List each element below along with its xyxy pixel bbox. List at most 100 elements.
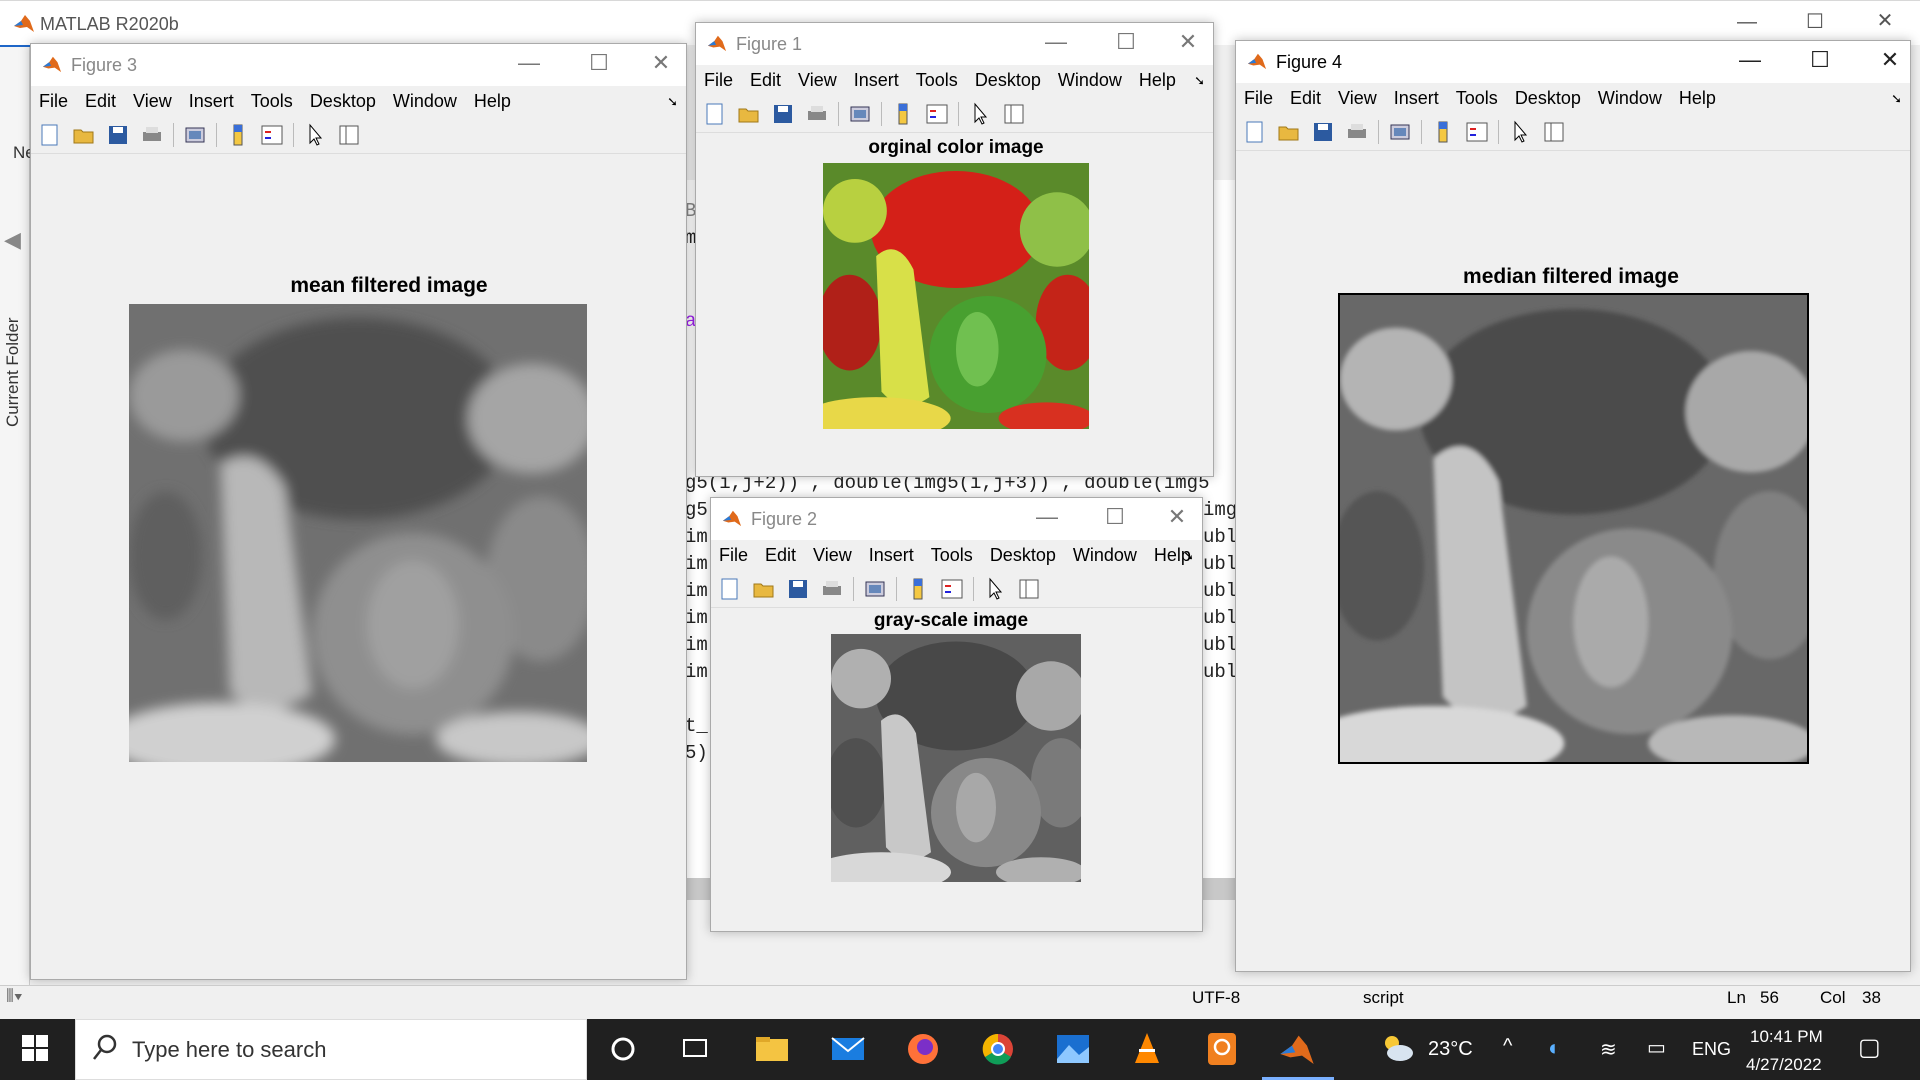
edit-plot-cursor-icon[interactable] bbox=[302, 122, 328, 148]
menu-window[interactable]: Window bbox=[1598, 88, 1662, 109]
current-folder-tab[interactable]: Current Folder bbox=[3, 317, 23, 427]
figure-1-window[interactable]: Figure 1 — ☐ ✕ File Edit View Insert Too… bbox=[695, 22, 1214, 477]
minimize-icon[interactable]: — bbox=[511, 50, 547, 76]
chrome-icon[interactable] bbox=[978, 1029, 1018, 1069]
property-inspector-icon[interactable] bbox=[1016, 576, 1042, 602]
menu-edit[interactable]: Edit bbox=[765, 545, 796, 566]
property-inspector-icon[interactable] bbox=[1001, 101, 1027, 127]
clock-date[interactable]: 4/27/2022 bbox=[1746, 1055, 1822, 1075]
legend-icon[interactable] bbox=[1464, 119, 1490, 145]
menu-edit[interactable]: Edit bbox=[85, 91, 116, 112]
cortana-icon[interactable] bbox=[603, 1029, 643, 1069]
close-icon[interactable]: ✕ bbox=[643, 50, 679, 76]
legend-icon[interactable] bbox=[939, 576, 965, 602]
print-icon[interactable] bbox=[1344, 119, 1370, 145]
close-icon[interactable]: ✕ bbox=[1159, 504, 1195, 530]
open-file-icon[interactable] bbox=[751, 576, 777, 602]
dock-icon[interactable]: ➘ bbox=[1183, 548, 1194, 564]
menu-view[interactable]: View bbox=[133, 91, 172, 112]
menu-desktop[interactable]: Desktop bbox=[975, 70, 1041, 91]
photos-icon[interactable] bbox=[1053, 1029, 1093, 1069]
new-figure-icon[interactable] bbox=[702, 101, 728, 127]
minimize-icon[interactable]: — bbox=[1038, 29, 1074, 55]
new-figure-icon[interactable] bbox=[37, 122, 63, 148]
new-figure-icon[interactable] bbox=[717, 576, 743, 602]
print-icon[interactable] bbox=[819, 576, 845, 602]
mail-icon[interactable] bbox=[828, 1029, 868, 1069]
back-arrow-icon[interactable]: ◀ bbox=[4, 227, 21, 253]
menu-file[interactable]: File bbox=[39, 91, 68, 112]
menu-tools[interactable]: Tools bbox=[1456, 88, 1498, 109]
menu-file[interactable]: File bbox=[1244, 88, 1273, 109]
legend-icon[interactable] bbox=[259, 122, 285, 148]
link-plot-icon[interactable] bbox=[182, 122, 208, 148]
menu-view[interactable]: View bbox=[1338, 88, 1377, 109]
menu-insert[interactable]: Insert bbox=[189, 91, 234, 112]
menu-window[interactable]: Window bbox=[393, 91, 457, 112]
colorbar-icon[interactable] bbox=[905, 576, 931, 602]
print-icon[interactable] bbox=[139, 122, 165, 148]
minimize-icon[interactable]: — bbox=[1029, 504, 1065, 530]
maximize-icon[interactable]: ☐ bbox=[1097, 504, 1133, 530]
save-icon[interactable] bbox=[1310, 119, 1336, 145]
battery-icon[interactable]: ▭ bbox=[1647, 1035, 1666, 1060]
colorbar-icon[interactable] bbox=[890, 101, 916, 127]
colorbar-icon[interactable] bbox=[1430, 119, 1456, 145]
task-view-icon[interactable] bbox=[675, 1029, 715, 1069]
minimize-icon[interactable]: — bbox=[1732, 47, 1768, 73]
wifi-icon[interactable]: ≋ bbox=[1600, 1037, 1617, 1062]
menu-edit[interactable]: Edit bbox=[750, 70, 781, 91]
close-icon[interactable]: ✕ bbox=[1865, 8, 1905, 33]
weather-icon[interactable] bbox=[1378, 1031, 1418, 1071]
edit-plot-cursor-icon[interactable] bbox=[967, 101, 993, 127]
maximize-icon[interactable]: ☐ bbox=[581, 50, 617, 76]
maximize-icon[interactable]: ☐ bbox=[1795, 9, 1835, 34]
open-file-icon[interactable] bbox=[1276, 119, 1302, 145]
link-plot-icon[interactable] bbox=[862, 576, 888, 602]
menu-edit[interactable]: Edit bbox=[1290, 88, 1321, 109]
menu-tools[interactable]: Tools bbox=[931, 545, 973, 566]
menu-help[interactable]: Help bbox=[1139, 70, 1176, 91]
dock-icon[interactable]: ➘ bbox=[1891, 91, 1902, 107]
menu-file[interactable]: File bbox=[719, 545, 748, 566]
edit-plot-cursor-icon[interactable] bbox=[982, 576, 1008, 602]
figure-3-window[interactable]: Figure 3 — ☐ ✕ File Edit View Insert Too… bbox=[30, 43, 687, 980]
save-icon[interactable] bbox=[105, 122, 131, 148]
menu-tools[interactable]: Tools bbox=[251, 91, 293, 112]
figure-2-window[interactable]: Figure 2 — ☐ ✕ File Edit View Insert Too… bbox=[710, 497, 1203, 932]
menu-insert[interactable]: Insert bbox=[869, 545, 914, 566]
minimize-icon[interactable]: — bbox=[1727, 11, 1767, 34]
menu-tools[interactable]: Tools bbox=[916, 70, 958, 91]
property-inspector-icon[interactable] bbox=[1541, 119, 1567, 145]
maximize-icon[interactable]: ☐ bbox=[1108, 29, 1144, 55]
menu-insert[interactable]: Insert bbox=[1394, 88, 1439, 109]
save-icon[interactable] bbox=[770, 101, 796, 127]
edit-plot-cursor-icon[interactable] bbox=[1507, 119, 1533, 145]
menu-help[interactable]: Help bbox=[474, 91, 511, 112]
save-icon[interactable] bbox=[785, 576, 811, 602]
menu-help[interactable]: Help bbox=[1679, 88, 1716, 109]
menu-desktop[interactable]: Desktop bbox=[990, 545, 1056, 566]
print-icon[interactable] bbox=[804, 101, 830, 127]
link-plot-icon[interactable] bbox=[847, 101, 873, 127]
menu-view[interactable]: View bbox=[798, 70, 837, 91]
close-icon[interactable]: ✕ bbox=[1872, 47, 1908, 73]
menu-insert[interactable]: Insert bbox=[854, 70, 899, 91]
menu-view[interactable]: View bbox=[813, 545, 852, 566]
maximize-icon[interactable]: ☐ bbox=[1802, 47, 1838, 73]
language-indicator[interactable]: ENG bbox=[1692, 1039, 1731, 1060]
pdf-app-icon[interactable] bbox=[1202, 1029, 1242, 1069]
legend-icon[interactable] bbox=[924, 101, 950, 127]
file-explorer-icon[interactable] bbox=[752, 1029, 792, 1069]
notification-icon[interactable]: ▢ bbox=[1858, 1033, 1881, 1062]
figure-4-window[interactable]: Figure 4 — ☐ ✕ File Edit View Insert Too… bbox=[1235, 40, 1911, 972]
open-file-icon[interactable] bbox=[71, 122, 97, 148]
close-icon[interactable]: ✕ bbox=[1170, 29, 1206, 55]
new-figure-icon[interactable] bbox=[1242, 119, 1268, 145]
menu-window[interactable]: Window bbox=[1058, 70, 1122, 91]
chevron-up-icon[interactable]: ^ bbox=[1503, 1035, 1512, 1058]
dock-icon[interactable]: ➘ bbox=[667, 94, 678, 110]
vlc-icon[interactable] bbox=[1127, 1029, 1167, 1069]
windows-start-icon[interactable] bbox=[22, 1035, 48, 1066]
taskbar-search-box[interactable]: Type here to search bbox=[75, 1019, 587, 1080]
